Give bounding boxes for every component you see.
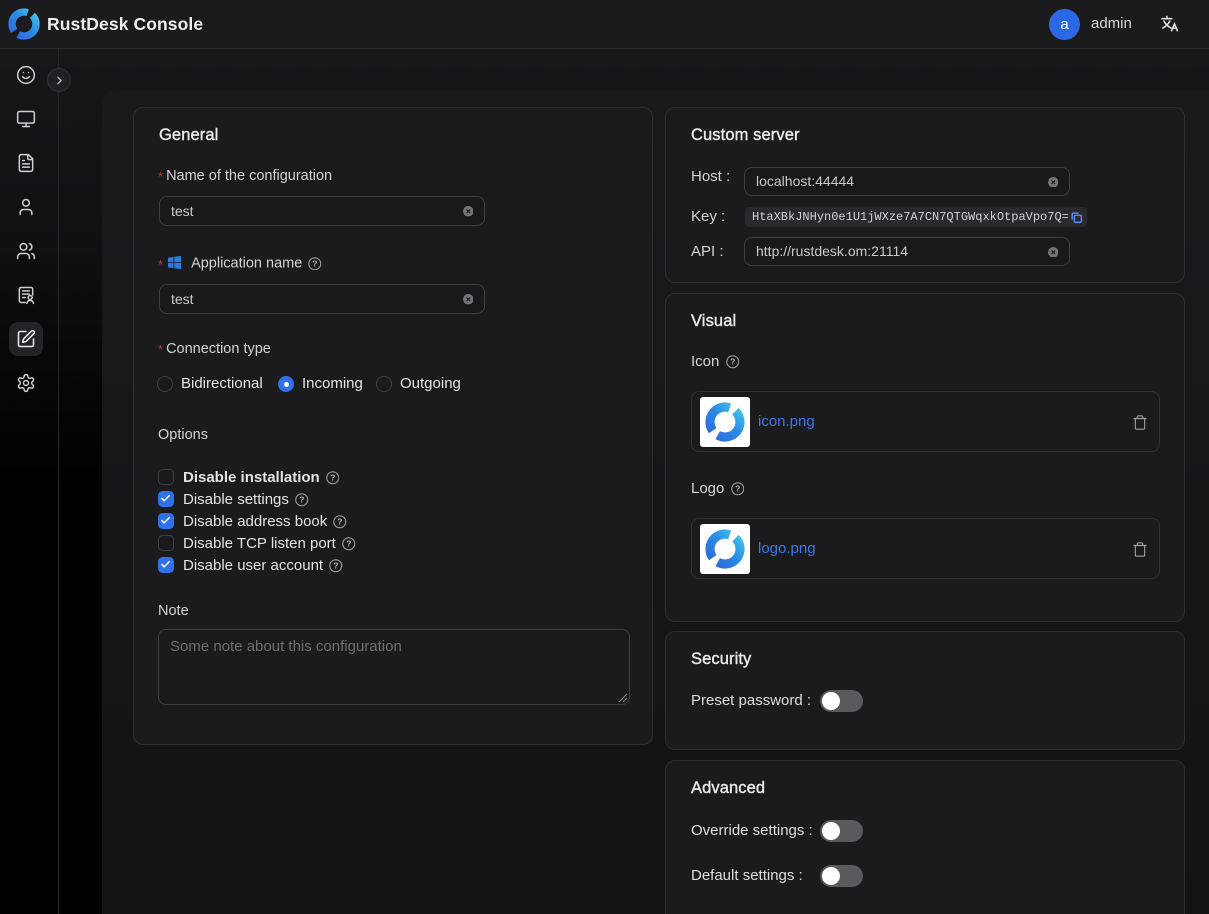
svg-text:?: ?	[735, 484, 740, 494]
svg-text:?: ?	[299, 495, 304, 505]
svg-text:?: ?	[346, 539, 351, 549]
svg-text:?: ?	[333, 561, 338, 571]
svg-text:?: ?	[312, 258, 317, 268]
svg-text:?: ?	[338, 517, 343, 527]
svg-text:?: ?	[730, 357, 735, 367]
svg-text:?: ?	[330, 473, 335, 483]
